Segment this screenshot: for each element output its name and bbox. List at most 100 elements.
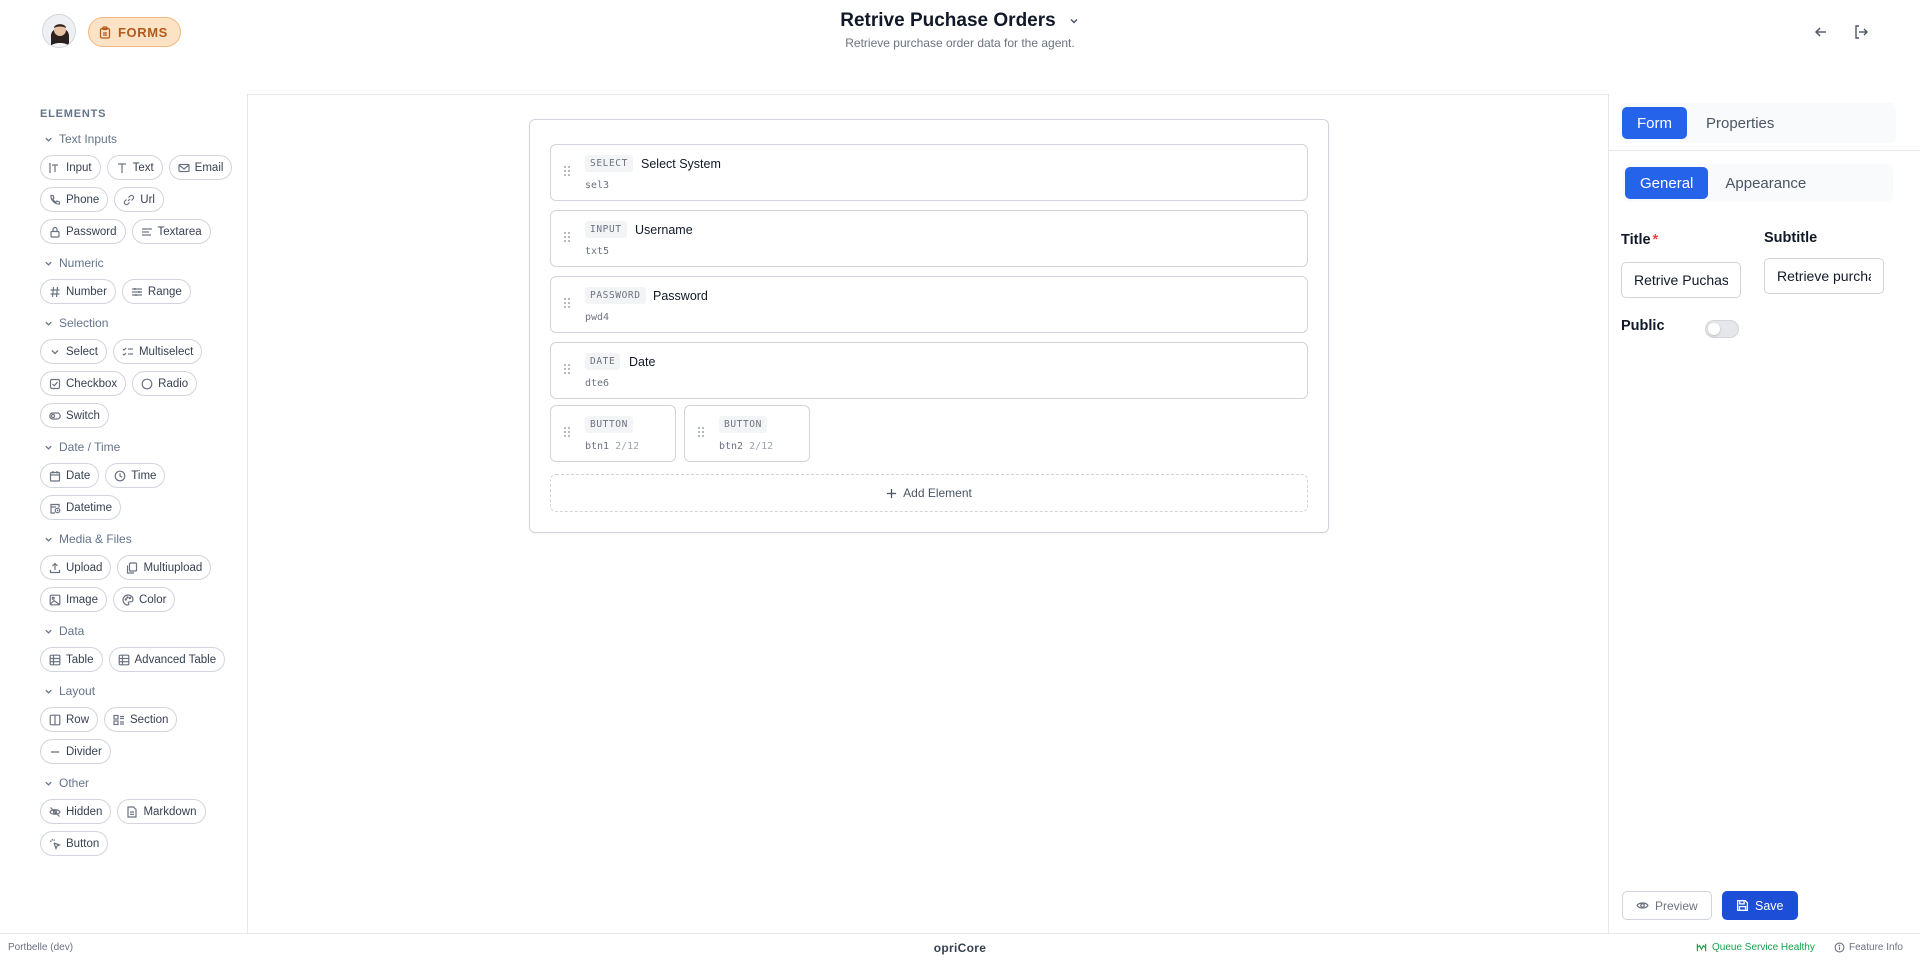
table-icon xyxy=(49,654,61,666)
plus-icon xyxy=(886,488,897,499)
canvas-element-select[interactable]: SELECT Select System sel3 xyxy=(550,144,1308,201)
element-image[interactable]: Image xyxy=(40,587,107,612)
group-date-time[interactable]: Date / Time xyxy=(44,438,247,456)
group-data[interactable]: Data xyxy=(44,622,247,640)
element-text[interactable]: Text xyxy=(106,155,163,180)
element-textarea[interactable]: Textarea xyxy=(131,219,211,244)
chip-label: Section xyxy=(130,713,169,726)
element-color[interactable]: Color xyxy=(112,587,176,612)
element-url[interactable]: Url xyxy=(114,187,164,212)
tab-properties[interactable]: Properties xyxy=(1691,107,1789,139)
group-other[interactable]: Other xyxy=(44,774,247,792)
element-email[interactable]: Email xyxy=(168,155,233,180)
element-multiupload[interactable]: Multiupload xyxy=(117,555,212,580)
drag-handle-icon[interactable] xyxy=(563,165,571,177)
element-datetime[interactable]: Datetime xyxy=(40,495,122,520)
save-button[interactable]: Save xyxy=(1722,891,1798,920)
add-element-button[interactable]: Add Element xyxy=(550,474,1308,512)
group-text-inputs[interactable]: Text Inputs xyxy=(44,130,247,148)
chip-label: Button xyxy=(66,837,100,850)
chip-label: Checkbox xyxy=(66,377,118,390)
mail-icon xyxy=(178,162,190,174)
feature-info-link[interactable]: Feature Info xyxy=(1834,942,1903,953)
element-button[interactable]: Button xyxy=(40,831,109,856)
chip-label: Image xyxy=(66,593,98,606)
element-checkbox[interactable]: Checkbox xyxy=(40,371,127,396)
element-input[interactable]: Input xyxy=(40,155,101,180)
group-selection[interactable]: Selection xyxy=(44,314,247,332)
clock-icon xyxy=(114,470,126,482)
chevron-down-icon xyxy=(44,135,53,144)
element-label: Date xyxy=(629,355,656,369)
button-id: btn2 xyxy=(719,441,744,452)
drag-handle-icon[interactable] xyxy=(563,363,571,375)
preview-button[interactable]: Preview xyxy=(1622,891,1712,920)
hash-icon xyxy=(49,286,61,298)
activity-icon xyxy=(1696,942,1707,953)
element-section[interactable]: Section xyxy=(104,707,178,732)
element-markdown[interactable]: Markdown xyxy=(117,799,206,824)
element-number[interactable]: Number xyxy=(40,279,116,304)
element-phone[interactable]: Phone xyxy=(40,187,109,212)
list-checks-icon xyxy=(122,346,134,358)
group-media-files[interactable]: Media & Files xyxy=(44,530,247,548)
queue-status[interactable]: Queue Service Healthy xyxy=(1696,942,1815,953)
drag-handle-icon[interactable] xyxy=(563,231,571,243)
canvas-element-button[interactable]: BUTTON btn2 2/12 xyxy=(684,405,810,462)
add-element-label: Add Element xyxy=(903,486,972,500)
drag-handle-icon[interactable] xyxy=(563,297,571,309)
arrow-left-icon[interactable] xyxy=(1812,23,1830,41)
canvas-element-input[interactable]: INPUT Username txt5 xyxy=(550,210,1308,267)
element-upload[interactable]: Upload xyxy=(40,555,112,580)
element-range[interactable]: Range xyxy=(121,279,191,304)
tab-appearance[interactable]: Appearance xyxy=(1710,167,1821,199)
chip-label: Row xyxy=(66,713,90,726)
chevron-down-icon[interactable] xyxy=(1068,15,1080,27)
element-multiselect[interactable]: Multiselect xyxy=(112,339,203,364)
palette-icon xyxy=(122,593,134,606)
logout-icon[interactable] xyxy=(1852,23,1870,41)
element-password[interactable]: Password xyxy=(40,219,126,244)
drag-handle-icon[interactable] xyxy=(697,426,705,438)
toggle-icon xyxy=(49,410,61,422)
layout-list-icon xyxy=(113,714,125,726)
element-type-badge: INPUT xyxy=(585,221,627,238)
file-text-icon xyxy=(126,805,138,818)
element-hidden[interactable]: Hidden xyxy=(40,799,112,824)
element-id: txt5 xyxy=(585,246,610,257)
element-id: pwd4 xyxy=(585,312,610,323)
chip-label: Radio xyxy=(158,377,189,390)
element-divider[interactable]: Divider xyxy=(40,739,111,764)
group-layout[interactable]: Layout xyxy=(44,682,247,700)
tab-form[interactable]: Form xyxy=(1622,107,1687,139)
element-date[interactable]: Date xyxy=(40,463,100,488)
drag-handle-icon[interactable] xyxy=(563,426,571,438)
group-label: Other xyxy=(59,776,90,790)
public-toggle[interactable] xyxy=(1705,320,1739,338)
element-advanced-table[interactable]: Advanced Table xyxy=(108,647,226,672)
element-switch[interactable]: Switch xyxy=(40,403,109,428)
element-time[interactable]: Time xyxy=(105,463,166,488)
element-id: btn1 2/12 xyxy=(585,441,639,452)
element-radio[interactable]: Radio xyxy=(132,371,198,396)
chip-label: Select xyxy=(66,345,98,358)
eye-off-icon xyxy=(49,806,61,818)
subtitle-input[interactable] xyxy=(1764,258,1884,294)
element-table[interactable]: Table xyxy=(40,647,103,672)
page-title: Retrive Puchase Orders xyxy=(840,10,1056,31)
lock-icon xyxy=(49,226,61,238)
chevron-down-icon xyxy=(44,443,53,452)
sliders-icon xyxy=(131,286,143,298)
phone-icon xyxy=(49,194,61,206)
canvas-element-password[interactable]: PASSWORD Password pwd4 xyxy=(550,276,1308,333)
title-input[interactable] xyxy=(1621,262,1741,298)
chip-label: Input xyxy=(66,161,92,174)
canvas-element-date[interactable]: DATE Date dte6 xyxy=(550,342,1308,399)
header: FORMS Retrive Puchase Orders Retrieve pu… xyxy=(0,0,1920,64)
tab-general[interactable]: General xyxy=(1625,167,1709,199)
group-numeric[interactable]: Numeric xyxy=(44,254,247,272)
element-select[interactable]: Select xyxy=(40,339,107,364)
circle-icon xyxy=(141,378,153,390)
canvas-element-button[interactable]: BUTTON btn1 2/12 xyxy=(550,405,676,462)
element-row[interactable]: Row xyxy=(40,707,99,732)
